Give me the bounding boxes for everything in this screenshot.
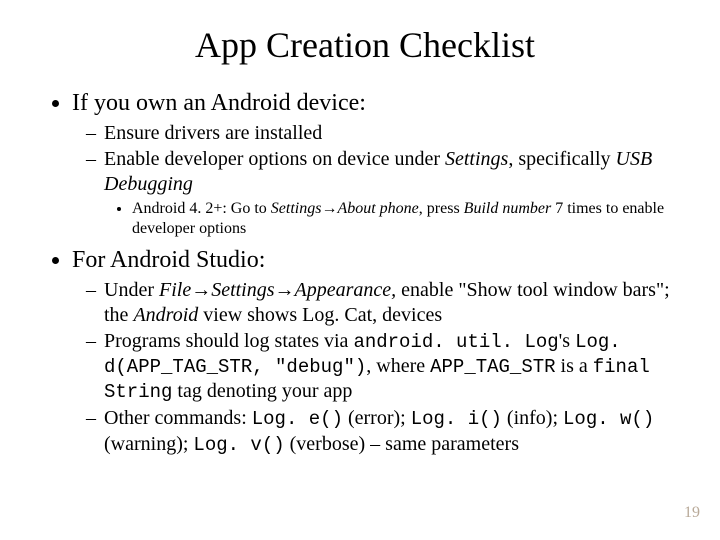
bullet-text: For Android Studio: <box>72 247 265 273</box>
bullet-text: (warning); <box>104 433 193 455</box>
bullet-text: Programs should log states via <box>104 330 353 352</box>
list-item: Other commands: Log. e() (error); Log. i… <box>90 406 680 456</box>
italic-text: Settings <box>445 148 508 170</box>
bullet-text: (verbose) – same parameters <box>285 433 519 455</box>
slide-title: App Creation Checklist <box>50 24 680 66</box>
italic-text: Settings→About phone <box>271 200 419 217</box>
list-item: Ensure drivers are installed <box>90 121 680 145</box>
code-text: Log. w() <box>563 408 654 430</box>
bullet-text: Android 4. 2+: Go to <box>132 200 271 217</box>
bullet-text: Ensure drivers are installed <box>104 122 322 144</box>
bullet-text: is a <box>556 355 593 377</box>
bullet-text: tag denoting your app <box>172 380 352 402</box>
bullet-text: , specifically <box>508 148 615 170</box>
bullet-text: (error); <box>343 407 411 429</box>
bullet-text: view shows Log. Cat, devices <box>198 304 442 326</box>
bullet-text: 's <box>559 330 575 352</box>
bullet-text: , press <box>419 200 464 217</box>
sub-list: Under File→Settings→Appearance, enable "… <box>72 278 680 457</box>
code-text: APP_TAG_STR <box>430 356 555 378</box>
bullet-text: (info); <box>502 407 563 429</box>
list-item: For Android Studio: Under File→Settings→… <box>72 245 680 457</box>
list-item: Android 4. 2+: Go to Settings→About phon… <box>132 199 680 239</box>
sub-list: Ensure drivers are installed Enable deve… <box>72 121 680 239</box>
bullet-text: If you own an Android device: <box>72 90 366 116</box>
list-item: Enable developer options on device under… <box>90 147 680 239</box>
bullet-list: If you own an Android device: Ensure dri… <box>50 88 680 457</box>
code-text: Log. v() <box>193 434 284 456</box>
page-number: 19 <box>684 504 700 522</box>
slide: App Creation Checklist If you own an And… <box>0 0 720 540</box>
code-text: Log. e() <box>252 408 343 430</box>
italic-text: Build number <box>464 200 552 217</box>
bullet-text: Enable developer options on device under <box>104 148 445 170</box>
list-item: If you own an Android device: Ensure dri… <box>72 88 680 239</box>
code-text: android. util. Log <box>353 331 558 353</box>
code-text: Log. i() <box>411 408 502 430</box>
italic-text: Android <box>133 304 198 326</box>
list-item: Under File→Settings→Appearance, enable "… <box>90 278 680 327</box>
bullet-text: Under <box>104 279 159 301</box>
bullet-text: Other commands: <box>104 407 252 429</box>
italic-text: File→Settings→Appearance, <box>159 279 396 301</box>
sub-sub-list: Android 4. 2+: Go to Settings→About phon… <box>104 199 680 239</box>
list-item: Programs should log states via android. … <box>90 329 680 405</box>
bullet-text: , where <box>366 355 430 377</box>
